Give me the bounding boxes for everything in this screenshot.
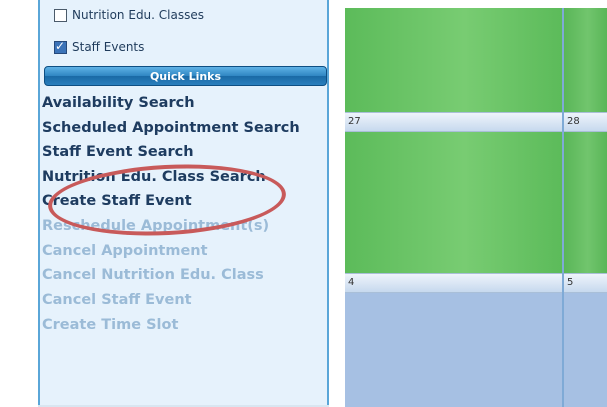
column-divider [562, 8, 564, 407]
filter-staff-events[interactable]: Staff Events [54, 37, 144, 57]
link-availability-search[interactable]: Availability Search [42, 94, 195, 112]
link-staff-event-search[interactable]: Staff Event Search [42, 143, 194, 161]
day-header[interactable]: 27 [345, 112, 562, 132]
nutrition-checkbox[interactable] [54, 8, 67, 22]
calendar-cell-empty[interactable] [345, 293, 562, 407]
link-cancel-nutrition-class: Cancel Nutrition Edu. Class [42, 267, 264, 283]
day-header[interactable]: 28 [564, 112, 607, 132]
quick-links-title: Quick Links [149, 69, 222, 83]
link-create-time-slot: Create Time Slot [42, 317, 179, 333]
calendar-month-view: 27 28 4 5 [333, 0, 607, 407]
link-scheduled-appointment-search[interactable]: Scheduled Appointment Search [42, 119, 300, 137]
day-header[interactable]: 5 [564, 273, 607, 293]
calendar-cell-event[interactable] [345, 132, 562, 273]
filter-nutrition-classes[interactable]: Nutrition Edu. Classes [54, 5, 204, 25]
day-number: 28 [567, 116, 580, 127]
nutrition-checkbox-label: Nutrition Edu. Classes [72, 8, 204, 22]
sidebar-panel: Nutrition Edu. Classes Staff Events Quic… [38, 0, 329, 407]
calendar-cell-event[interactable] [345, 8, 562, 112]
link-cancel-staff-event: Cancel Staff Event [42, 292, 192, 308]
staff-events-checkbox[interactable] [54, 39, 67, 54]
calendar-cell-event[interactable] [564, 132, 607, 273]
calendar-cell-empty[interactable] [564, 293, 607, 407]
staff-events-checkbox-label: Staff Events [72, 40, 145, 54]
calendar-grid: 27 28 4 5 [345, 8, 607, 407]
link-cancel-appointment: Cancel Appointment [42, 243, 208, 259]
day-header[interactable]: 4 [345, 273, 562, 293]
day-number: 27 [348, 116, 361, 127]
day-number: 5 [567, 277, 574, 288]
day-number: 4 [348, 277, 355, 288]
quick-links-header[interactable]: Quick Links [44, 66, 327, 86]
calendar-cell-event[interactable] [564, 8, 607, 112]
